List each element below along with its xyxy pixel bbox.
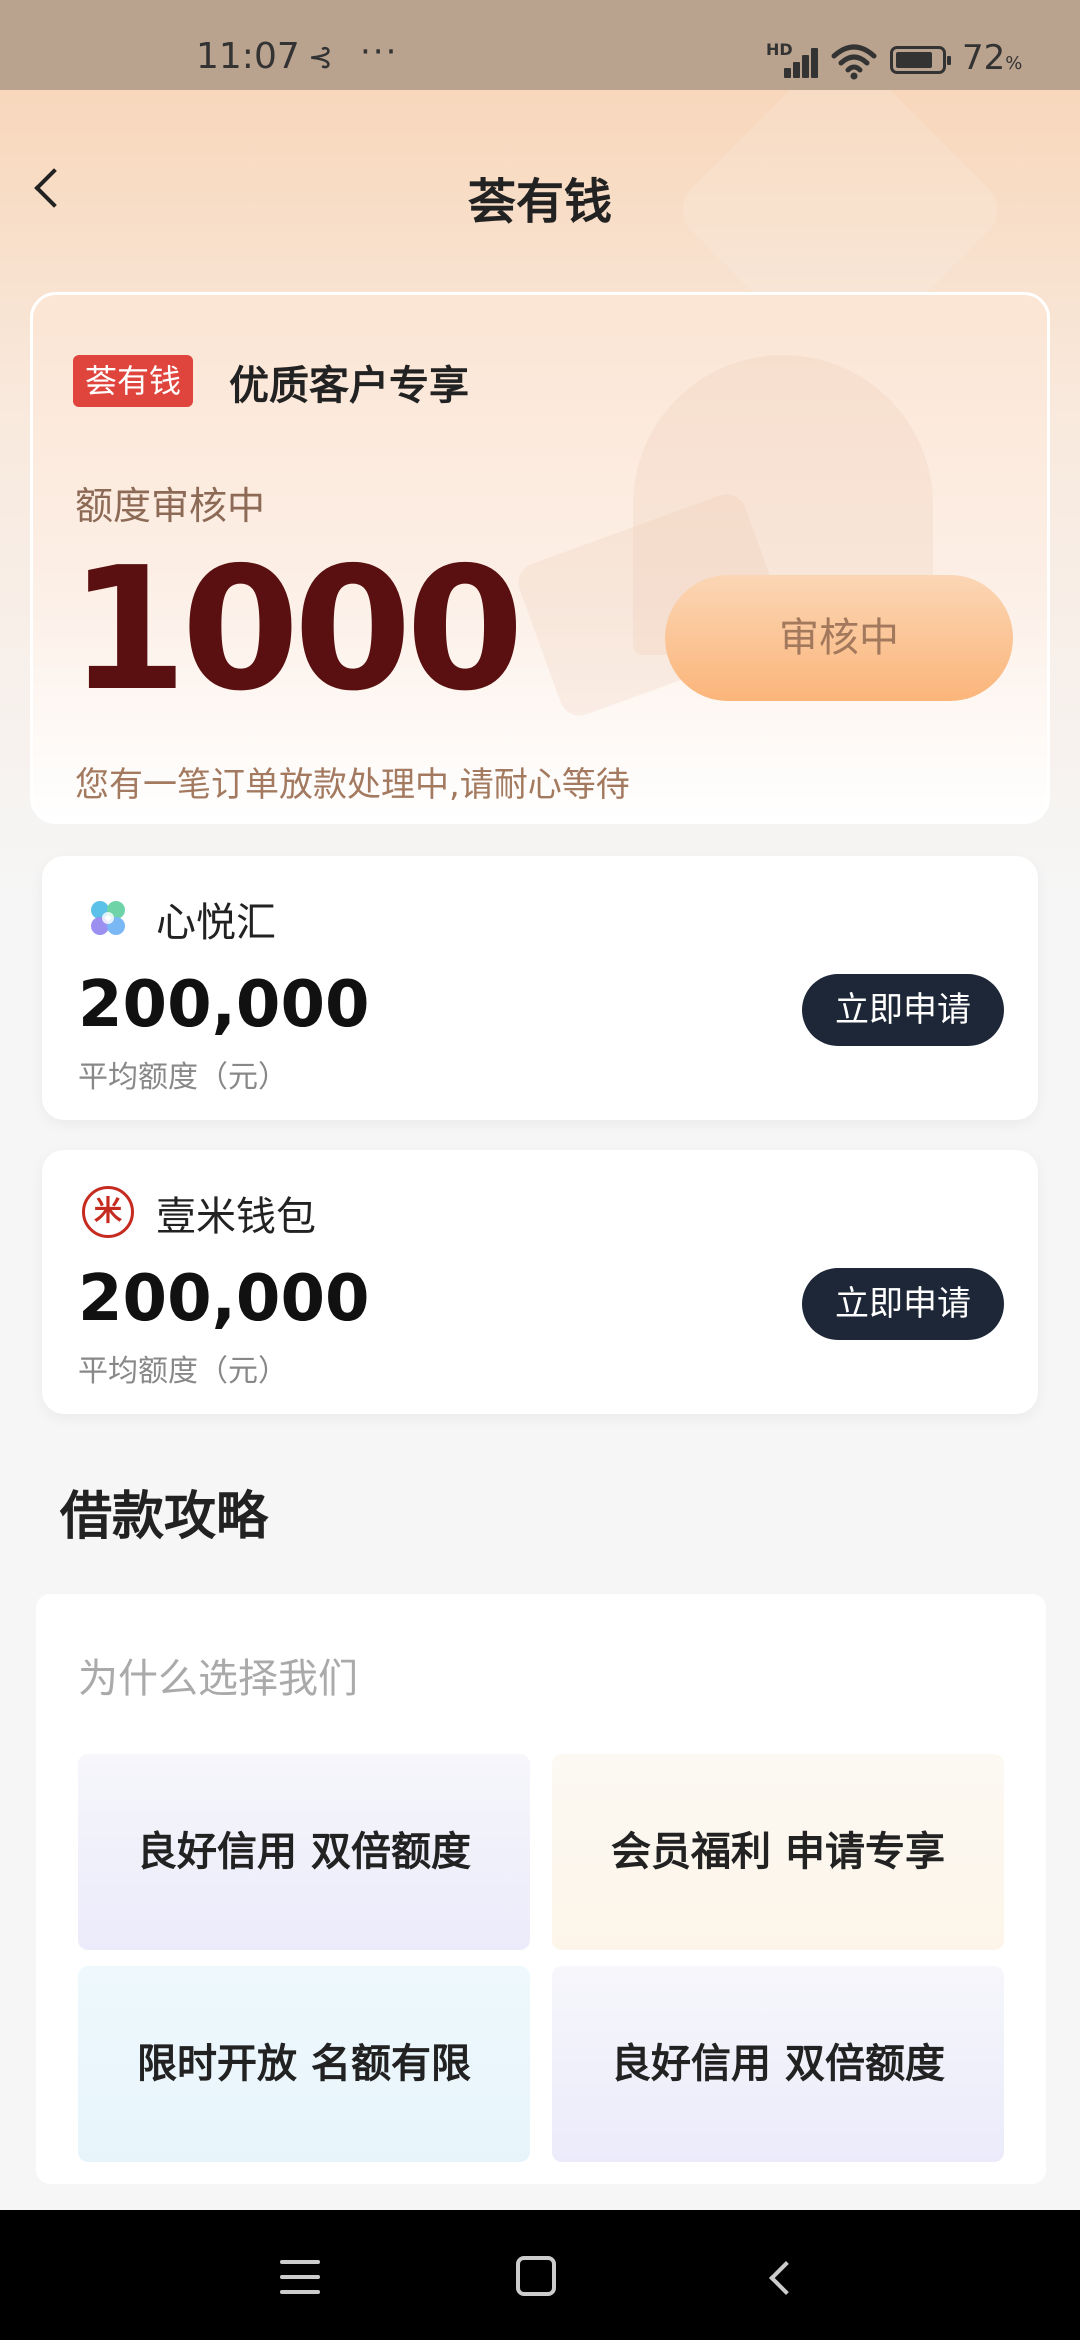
signal-icon	[770, 44, 818, 78]
more-notifications-icon: ···	[360, 32, 399, 72]
card-subtitle: 优质客户专享	[229, 363, 469, 409]
product-name: 心悦汇	[156, 900, 276, 946]
apply-now-button[interactable]: 立即申请	[802, 1268, 1004, 1340]
loan-guide-panel: 为什么选择我们 良好信用 双倍额度 会员福利 申请专享 限时开放 名额有限 良好…	[36, 1594, 1046, 2184]
guide-tile: 限时开放 名额有限	[78, 1966, 530, 2162]
wifi-icon	[831, 44, 877, 80]
yimi-wallet-logo-icon: 米	[82, 1186, 134, 1238]
guide-tile: 会员福利 申请专享	[552, 1754, 1004, 1950]
product-card: 心悦汇 200,000 平均额度（元） 立即申请	[42, 856, 1038, 1120]
guide-tile: 良好信用 双倍额度	[78, 1754, 530, 1950]
guide-question: 为什么选择我们	[78, 1656, 358, 1702]
home-icon[interactable]	[516, 2256, 556, 2296]
product-name: 壹米钱包	[156, 1194, 316, 1240]
product-amount-unit: 平均额度（元）	[78, 1060, 288, 1095]
product-card: 米 壹米钱包 200,000 平均额度（元） 立即申请	[42, 1150, 1038, 1414]
battery-icon	[890, 46, 951, 74]
xinyuehui-logo-icon	[91, 901, 125, 935]
status-time: 11:07	[196, 36, 300, 77]
page-title: 荟有钱	[467, 174, 612, 230]
share-nodes-icon: ⊰	[308, 40, 334, 75]
status-bar: 11:07 ⊰ ··· HD 72%	[0, 0, 1080, 90]
system-navigation-bar	[0, 2210, 1080, 2340]
menu-icon[interactable]	[280, 2260, 320, 2294]
processing-note: 您有一笔订单放款处理中,请耐心等待	[75, 765, 630, 805]
product-amount: 200,000	[78, 1262, 370, 1336]
back-icon[interactable]	[762, 2258, 798, 2294]
product-amount: 200,000	[78, 968, 370, 1042]
guide-tile: 良好信用 双倍额度	[552, 1966, 1004, 2162]
reviewing-button[interactable]: 审核中	[665, 575, 1013, 701]
credit-amount: 1000	[69, 531, 524, 729]
product-amount-unit: 平均额度（元）	[78, 1354, 288, 1389]
brand-badge: 荟有钱	[73, 355, 194, 407]
credit-status-label: 额度审核中	[75, 484, 266, 528]
battery-percent: 72%	[962, 38, 1023, 78]
credit-status-card: 荟有钱 优质客户专享 额度审核中 1000 审核中 您有一笔订单放款处理中,请耐…	[30, 292, 1050, 824]
apply-now-button[interactable]: 立即申请	[802, 974, 1004, 1046]
section-title: 借款攻略	[60, 1487, 269, 1547]
